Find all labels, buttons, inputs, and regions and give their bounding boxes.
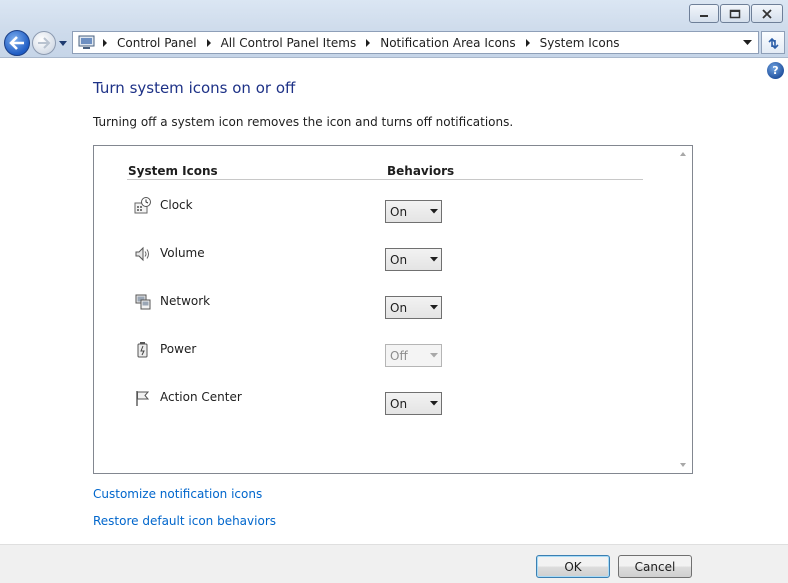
chevron-down-icon xyxy=(427,353,441,358)
chevron-down-icon xyxy=(427,209,441,214)
power-behavior-select: Off xyxy=(385,344,442,367)
chevron-down-icon xyxy=(742,39,752,45)
volume-behavior-select[interactable]: On xyxy=(385,248,442,271)
dialog-footer: OK Cancel xyxy=(0,544,788,583)
back-button[interactable] xyxy=(4,30,30,56)
column-header-system-icons: System Icons xyxy=(128,164,218,178)
customize-notification-icons-link[interactable]: Customize notification icons xyxy=(93,487,262,501)
breadcrumb-system-icons[interactable]: System Icons xyxy=(536,36,624,50)
chevron-down-icon xyxy=(427,257,441,262)
clock-behavior-value: On xyxy=(390,204,408,219)
network-behavior-value: On xyxy=(390,300,408,315)
page-title: Turn system icons on or off xyxy=(93,79,296,97)
minimize-button[interactable] xyxy=(689,4,719,23)
help-icon[interactable]: ? xyxy=(767,62,784,79)
page-description: Turning off a system icon removes the ic… xyxy=(93,115,514,129)
back-arrow-icon xyxy=(9,36,24,50)
recent-pages-dropdown-icon[interactable] xyxy=(58,38,68,48)
navigation-bar: Control Panel All Control Panel Items No… xyxy=(0,28,788,58)
close-icon xyxy=(762,8,772,19)
breadcrumb-separator-icon[interactable] xyxy=(520,38,536,47)
row-label-network: Network xyxy=(160,294,211,308)
chevron-down-icon xyxy=(427,401,441,406)
maximize-icon xyxy=(729,9,741,18)
breadcrumb-all-control-panel-items[interactable]: All Control Panel Items xyxy=(217,36,361,50)
address-history-dropdown[interactable] xyxy=(738,32,756,53)
window-title-bar xyxy=(0,0,788,28)
scroll-up-arrow-icon[interactable] xyxy=(679,150,687,158)
restore-default-icon-behaviors-link[interactable]: Restore default icon behaviors xyxy=(93,514,276,528)
volume-behavior-value: On xyxy=(390,252,408,267)
breadcrumb-separator-icon[interactable] xyxy=(201,38,217,47)
control-panel-icon xyxy=(75,32,97,53)
power-icon xyxy=(137,342,148,358)
action-center-behavior-select[interactable]: On xyxy=(385,392,442,415)
system-icons-panel: System Icons Behaviors Clock On Volume O… xyxy=(93,145,693,474)
chevron-down-icon xyxy=(427,305,441,310)
panel-scrollbar[interactable] xyxy=(675,146,692,473)
column-header-behaviors: Behaviors xyxy=(387,164,455,178)
cancel-button[interactable]: Cancel xyxy=(618,555,692,578)
row-label-action-center: Action Center xyxy=(160,390,242,404)
breadcrumb-control-panel[interactable]: Control Panel xyxy=(113,36,201,50)
action-center-behavior-value: On xyxy=(390,396,408,411)
content-area: ? Turn system icons on or off Turning of… xyxy=(0,59,788,544)
row-label-clock: Clock xyxy=(160,198,193,212)
forward-button[interactable] xyxy=(32,31,56,55)
network-behavior-select[interactable]: On xyxy=(385,296,442,319)
refresh-icon xyxy=(768,37,779,49)
address-bar[interactable]: Control Panel All Control Panel Items No… xyxy=(72,31,759,54)
ok-button[interactable]: OK xyxy=(536,555,610,578)
power-behavior-value: Off xyxy=(390,348,408,363)
refresh-button[interactable] xyxy=(761,31,785,54)
clock-behavior-select[interactable]: On xyxy=(385,200,442,223)
breadcrumb-separator-icon[interactable] xyxy=(360,38,376,47)
breadcrumb-separator-icon[interactable] xyxy=(97,38,113,47)
forward-arrow-icon xyxy=(38,37,51,49)
maximize-button[interactable] xyxy=(720,4,750,23)
volume-icon xyxy=(135,246,149,262)
minimize-icon xyxy=(700,14,708,17)
row-label-power: Power xyxy=(160,342,197,356)
scroll-down-arrow-icon[interactable] xyxy=(679,461,687,469)
clock-icon xyxy=(134,197,151,214)
header-divider xyxy=(127,179,643,180)
network-icon xyxy=(135,294,151,310)
close-button[interactable] xyxy=(751,4,783,23)
row-label-volume: Volume xyxy=(160,246,205,260)
action-center-flag-icon xyxy=(136,391,150,406)
breadcrumb-notification-area-icons[interactable]: Notification Area Icons xyxy=(376,36,519,50)
window-controls xyxy=(689,4,783,23)
